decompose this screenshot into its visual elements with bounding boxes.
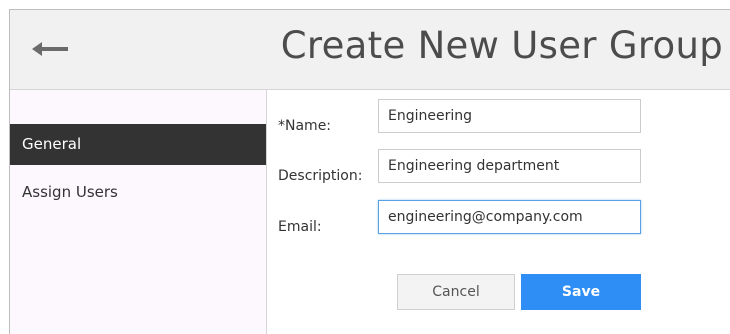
email-field[interactable]	[378, 200, 641, 234]
page-title: Create New User Group	[280, 24, 723, 67]
page-header: Create New User Group	[10, 10, 730, 90]
sidebar-item-label: Assign Users	[22, 183, 118, 201]
cancel-button[interactable]: Cancel	[397, 274, 515, 310]
dialog-frame: Create New User Group General Assign Use…	[9, 9, 730, 334]
name-label: *Name:	[278, 118, 332, 134]
back-button[interactable]	[32, 34, 76, 64]
group-form: *Name: Description: Email: Cancel Save	[267, 90, 730, 334]
sidebar-item-general[interactable]: General	[10, 124, 266, 165]
sidebar-item-label: General	[22, 135, 82, 153]
sidebar: General Assign Users	[10, 90, 267, 334]
save-button[interactable]: Save	[521, 274, 641, 310]
name-field[interactable]	[378, 99, 641, 133]
arrow-left-icon	[32, 42, 68, 56]
email-label: Email:	[278, 219, 322, 235]
description-field[interactable]	[378, 149, 641, 183]
sidebar-item-assign-users[interactable]: Assign Users	[10, 172, 266, 213]
description-label: Description:	[278, 168, 363, 184]
